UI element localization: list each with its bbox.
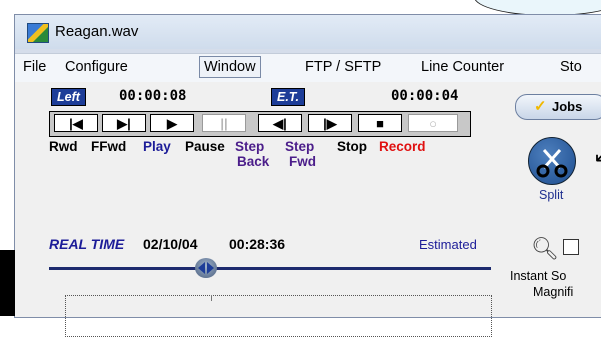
record-button[interactable]: ○ (408, 114, 458, 132)
fast-forward-button[interactable]: ▶| (102, 114, 146, 132)
realtime-date: 02/10/04 (143, 236, 198, 252)
scissors-icon (536, 149, 568, 178)
title-bar: Reagan.wav (15, 15, 601, 49)
window-title: Reagan.wav (55, 23, 139, 40)
step-back-label-line2: Back (237, 154, 270, 169)
stop-button[interactable]: ■ (358, 114, 402, 132)
slider-arrows (198, 262, 214, 274)
menu-ftp-sftp[interactable]: FTP / SFTP (305, 59, 381, 75)
menu-configure[interactable]: Configure (65, 59, 128, 75)
magnifier-icon[interactable]: 🔍︎ (531, 236, 559, 262)
elapsed-time: 00:00:04 (391, 88, 459, 104)
background-edge (0, 250, 15, 316)
split-button[interactable] (528, 137, 576, 185)
menu-bar: File Configure Window FTP / SFTP Line Co… (15, 53, 601, 83)
arrow-icon: ↙ (593, 142, 601, 168)
left-time: 00:00:08 (119, 88, 187, 104)
jobs-button[interactable]: ✓ Jobs (515, 94, 601, 120)
realtime-label: REAL TIME (49, 236, 125, 252)
magnifier-label: Magnifi (533, 285, 574, 299)
ffwd-label: FFwd (91, 139, 127, 154)
step-back-label-line1: Step (235, 139, 265, 154)
wav-file-icon (27, 23, 49, 43)
stop-label: Stop (337, 139, 367, 154)
jobs-label: Jobs (552, 99, 583, 114)
step-fwd-label-line1: Step (285, 139, 315, 154)
instant-sound-checkbox[interactable] (563, 239, 579, 255)
slider-thumb-icon[interactable] (195, 258, 217, 278)
main-panel: Left 00:00:08 E.T. 00:00:04 |◀ ▶| ▶ || ◀… (15, 82, 601, 337)
step-back-button[interactable]: ◀| (258, 114, 302, 132)
step-forward-button[interactable]: |▶ (308, 114, 352, 132)
rewind-button[interactable]: |◀ (54, 114, 98, 132)
elapsed-time-badge: E.T. (271, 88, 305, 106)
menu-window[interactable]: Window (199, 56, 261, 78)
app-window: Reagan.wav File Configure Window FTP / S… (14, 14, 601, 337)
rwd-label: Rwd (49, 139, 78, 154)
step-fwd-label-line2: Fwd (289, 154, 316, 169)
estimated-label: Estimated (419, 237, 477, 252)
instant-sound-label: Instant So (510, 269, 567, 283)
realtime-clock: 00:28:36 (229, 236, 286, 252)
menu-file[interactable]: File (23, 59, 46, 75)
left-badge: Left (51, 88, 86, 106)
checkmark-icon: ✓ (534, 98, 547, 115)
play-label: Play (143, 139, 171, 154)
record-label: Record (379, 139, 426, 154)
menu-line-counter[interactable]: Line Counter (421, 59, 504, 75)
play-button[interactable]: ▶ (150, 114, 194, 132)
split-label: Split (539, 188, 564, 202)
menu-stop-truncated[interactable]: Sto (560, 59, 582, 75)
pause-button[interactable]: || (202, 114, 246, 132)
pause-label: Pause (185, 139, 225, 154)
transport-controls: |◀ ▶| ▶ || ◀| |▶ ■ ○ (49, 111, 471, 137)
waveform-marker (211, 295, 218, 301)
waveform-area[interactable] (65, 295, 492, 337)
position-slider-track[interactable] (49, 267, 491, 270)
